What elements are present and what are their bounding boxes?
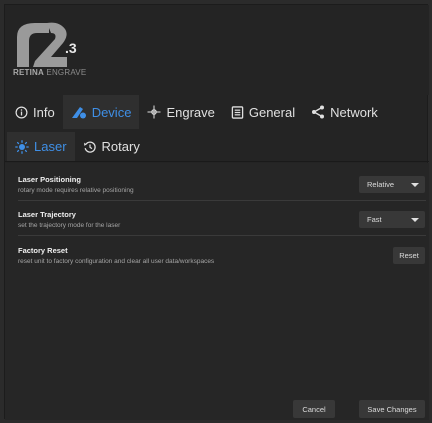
- engrave-icon: [147, 105, 161, 119]
- main-tab-bar: Info Device Engrave General Network: [5, 95, 429, 129]
- brand-name-bold: RETINA: [13, 68, 44, 77]
- laser-trajectory-select[interactable]: Fast: [359, 211, 425, 228]
- tab-engrave-label: Engrave: [166, 104, 215, 120]
- tab-general[interactable]: General: [223, 95, 303, 129]
- laser-settings-panel: Laser Positioning rotary mode requires r…: [5, 163, 429, 420]
- general-icon: [231, 105, 244, 119]
- rotate-icon: [83, 140, 96, 153]
- subtab-laser-label: Laser: [34, 139, 67, 154]
- settings-window: .3 RETINA ENGRAVE Info Device Engrave Ge…: [4, 4, 429, 420]
- setting-factory-reset: Factory Reset reset unit to factory conf…: [5, 246, 429, 265]
- save-changes-button[interactable]: Save Changes: [359, 400, 425, 418]
- sub-tab-bar: Laser Rotary: [5, 132, 429, 162]
- version-label: .3: [65, 40, 77, 56]
- setting-title: Factory Reset: [18, 246, 68, 255]
- subtab-rotary-label: Rotary: [101, 139, 140, 154]
- select-value: Fast: [367, 215, 382, 224]
- cancel-button[interactable]: Cancel: [293, 400, 335, 418]
- tab-general-label: General: [248, 104, 296, 120]
- tab-network[interactable]: Network: [303, 95, 386, 129]
- select-value: Relative: [367, 180, 395, 189]
- reset-button[interactable]: Reset: [393, 247, 425, 264]
- sun-icon: [15, 139, 29, 154]
- setting-description: reset unit to factory configuration and …: [18, 258, 215, 265]
- share-icon: [312, 105, 325, 119]
- subtab-laser[interactable]: Laser: [7, 132, 75, 161]
- subtab-rotary[interactable]: Rotary: [75, 132, 148, 161]
- info-icon: [15, 106, 28, 118]
- laser-device-icon: [71, 107, 86, 119]
- caret-down-icon: [411, 217, 419, 222]
- divider: [18, 235, 426, 236]
- tab-device-label: Device: [91, 104, 132, 120]
- brand-name-light: ENGRAVE: [46, 68, 87, 77]
- caret-down-icon: [411, 182, 419, 187]
- tab-engrave[interactable]: Engrave: [139, 95, 222, 129]
- laser-positioning-select[interactable]: Relative: [359, 176, 425, 193]
- tab-info-label: Info: [33, 104, 55, 120]
- tab-network-label: Network: [330, 104, 378, 120]
- tab-info[interactable]: Info: [7, 95, 63, 129]
- header: .3 RETINA ENGRAVE: [5, 5, 429, 95]
- brand-name: RETINA ENGRAVE: [13, 68, 86, 77]
- divider: [18, 200, 426, 201]
- tab-device[interactable]: Device: [62, 95, 140, 129]
